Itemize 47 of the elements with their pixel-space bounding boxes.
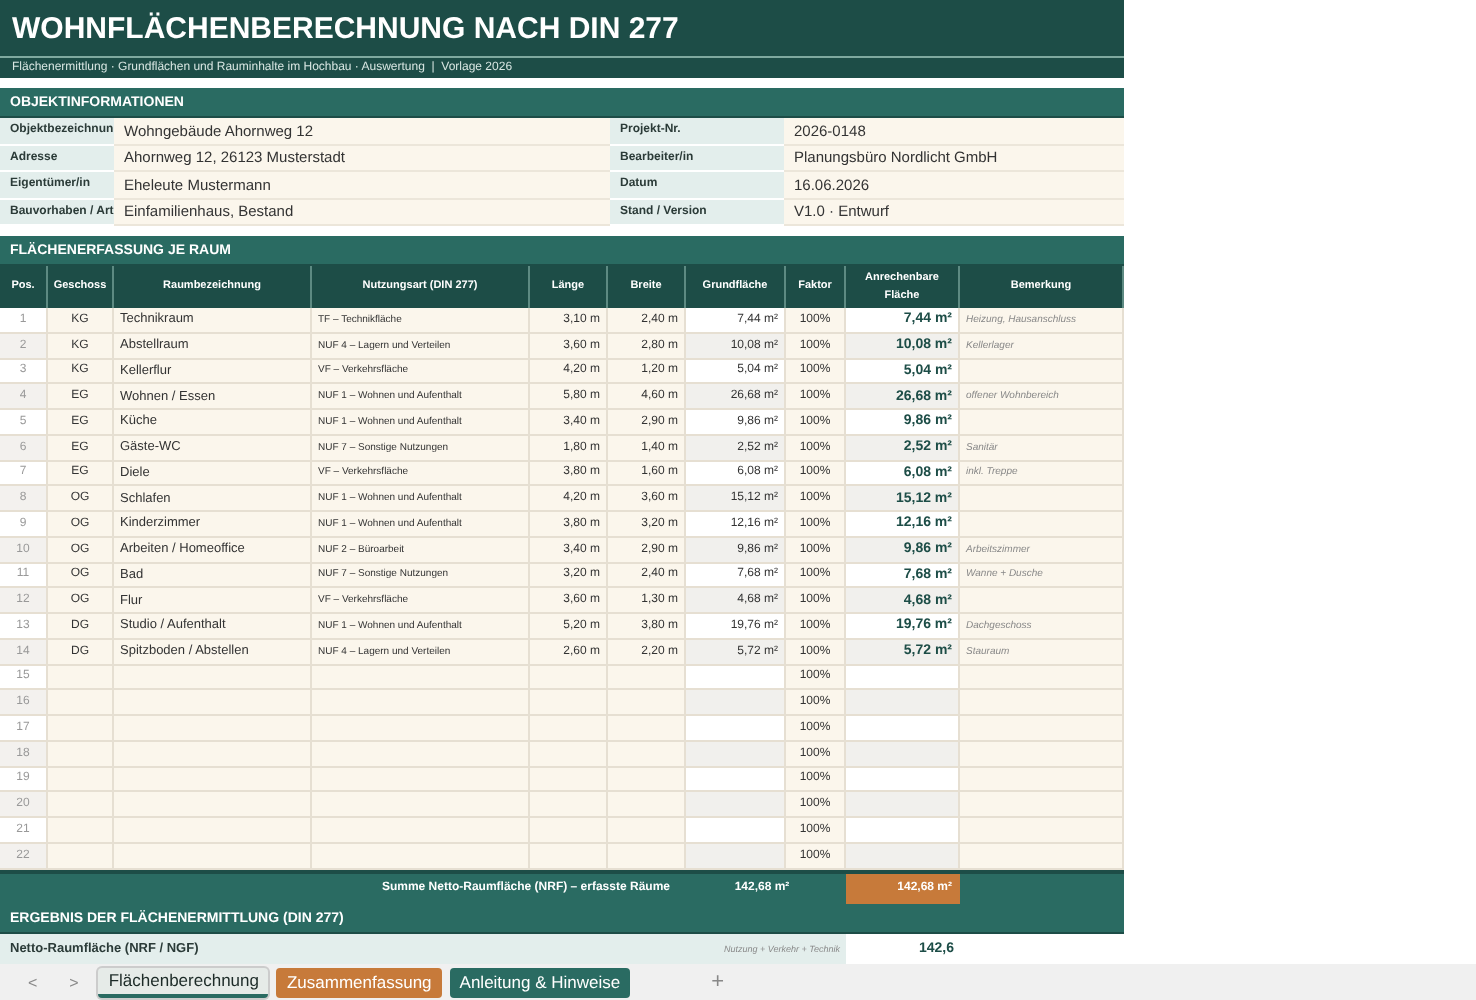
floor-cell xyxy=(48,690,114,716)
floor-cell xyxy=(48,792,114,818)
net-area-cell xyxy=(846,818,960,844)
floor-cell xyxy=(48,716,114,742)
floor-area-cell xyxy=(686,665,786,691)
sheet-title: WOHNFLÄCHENBERECHNUNG NACH DIN 277 xyxy=(12,11,679,45)
net-area-cell xyxy=(846,767,960,793)
net-area-cell xyxy=(846,792,960,818)
floor-cell xyxy=(48,843,114,869)
sheet-tab[interactable]: Flächenberechnung xyxy=(98,967,269,997)
floor-cell xyxy=(48,767,114,793)
floor-area-cell xyxy=(686,716,786,742)
floor-area-cell xyxy=(686,741,786,767)
length-cell xyxy=(530,818,608,844)
width-cell xyxy=(608,665,686,691)
length-cell xyxy=(530,767,608,793)
length-cell xyxy=(530,741,608,767)
net-area-cell xyxy=(846,690,960,716)
width-cell xyxy=(608,792,686,818)
floor-area-cell xyxy=(686,767,786,793)
width-cell xyxy=(608,767,686,793)
net-area-cell xyxy=(846,716,960,742)
previous-sheet-button[interactable]: < xyxy=(16,973,50,991)
width-cell xyxy=(608,818,686,844)
floor-cell xyxy=(48,741,114,767)
length-cell xyxy=(530,843,608,869)
floor-area-cell xyxy=(686,843,786,869)
length-cell xyxy=(530,665,608,691)
width-cell xyxy=(608,716,686,742)
width-cell xyxy=(608,690,686,716)
floor-area-cell xyxy=(686,792,786,818)
next-sheet-button[interactable]: > xyxy=(57,973,91,991)
length-cell xyxy=(530,716,608,742)
length-cell xyxy=(530,690,608,716)
floor-area-cell xyxy=(686,818,786,844)
floor-cell xyxy=(48,665,114,691)
floor-area-cell xyxy=(686,690,786,716)
net-area-cell xyxy=(846,741,960,767)
sheet-tab[interactable]: Zusammenfassung xyxy=(276,967,442,997)
add-sheet-button[interactable]: + xyxy=(699,970,736,994)
width-cell xyxy=(608,741,686,767)
sheet-tab[interactable]: Anleitung & Hinweise xyxy=(449,967,631,997)
floor-cell xyxy=(48,818,114,844)
length-cell xyxy=(530,792,608,818)
width-cell xyxy=(608,843,686,869)
net-area-cell xyxy=(846,665,960,691)
net-area-cell xyxy=(846,843,960,869)
